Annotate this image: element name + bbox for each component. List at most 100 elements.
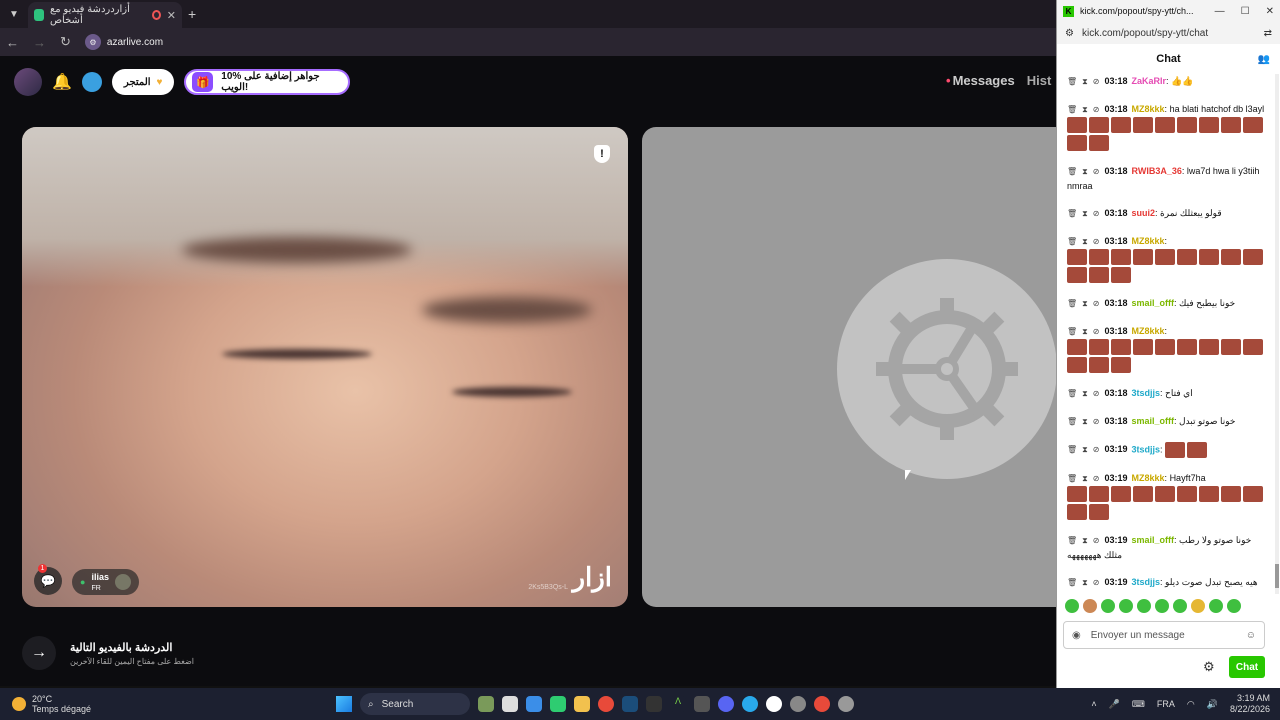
chrome-icon[interactable] bbox=[814, 696, 830, 712]
delete-icon[interactable]: 🗑 bbox=[1067, 77, 1077, 86]
delete-icon[interactable]: 🗑 bbox=[1067, 389, 1077, 398]
close-tab-icon[interactable]: ✕ bbox=[167, 9, 176, 22]
ban-icon[interactable]: ⊘ bbox=[1093, 209, 1100, 218]
wifi-icon[interactable]: ◠ bbox=[1187, 699, 1195, 710]
ban-icon[interactable]: ⊘ bbox=[1093, 417, 1100, 426]
emote-icon[interactable] bbox=[1209, 599, 1223, 613]
report-button[interactable]: ! bbox=[594, 145, 610, 163]
profile-avatar[interactable] bbox=[14, 68, 42, 96]
discord-icon[interactable] bbox=[718, 696, 734, 712]
weather-widget[interactable]: 20°C Temps dégagé bbox=[0, 694, 300, 714]
nav-messages[interactable]: • Messages bbox=[946, 73, 1015, 88]
timeout-icon[interactable]: ⧗ bbox=[1082, 536, 1088, 545]
ban-icon[interactable]: ⊘ bbox=[1093, 299, 1100, 308]
site-settings-icon[interactable]: ⚙ bbox=[1065, 28, 1074, 39]
delete-icon[interactable]: 🗑 bbox=[1067, 299, 1077, 308]
emoji-icon[interactable]: ☺ bbox=[1246, 630, 1256, 641]
delete-icon[interactable]: 🗑 bbox=[1067, 167, 1077, 176]
message-username[interactable]: suui2 bbox=[1132, 208, 1156, 218]
popout-address-bar[interactable]: ⚙ kick.com/popout/spy-ytt/chat ⇄ bbox=[1057, 22, 1280, 44]
nav-history[interactable]: Hist bbox=[1027, 73, 1052, 88]
delete-icon[interactable]: 🗑 bbox=[1067, 209, 1077, 218]
volume-icon[interactable]: 🔊 bbox=[1207, 699, 1218, 710]
forward-icon[interactable]: → bbox=[33, 35, 46, 50]
back-icon[interactable]: ← bbox=[6, 35, 19, 50]
maximize-icon[interactable]: ☐ bbox=[1241, 6, 1250, 17]
timeout-icon[interactable]: ⧗ bbox=[1082, 417, 1088, 426]
ban-icon[interactable]: ⊘ bbox=[1093, 237, 1100, 246]
address-bar[interactable]: ⚙ azarlive.com bbox=[84, 34, 163, 50]
start-icon[interactable] bbox=[336, 696, 352, 712]
emote-icon[interactable] bbox=[1173, 599, 1187, 613]
app-icon[interactable]: Λ bbox=[670, 696, 686, 712]
message-username[interactable]: MZ8kkk bbox=[1132, 236, 1165, 246]
epic-games-icon[interactable] bbox=[646, 696, 662, 712]
delete-icon[interactable]: 🗑 bbox=[1067, 327, 1077, 336]
ban-icon[interactable]: ⊘ bbox=[1093, 536, 1100, 545]
obs-icon[interactable] bbox=[766, 696, 782, 712]
widgets-icon[interactable] bbox=[478, 696, 494, 712]
message-username[interactable]: MZ8kkk bbox=[1132, 473, 1165, 483]
users-icon[interactable]: 👥 bbox=[1258, 54, 1270, 65]
task-view-icon[interactable] bbox=[502, 696, 518, 712]
ban-icon[interactable]: ⊘ bbox=[1093, 77, 1100, 86]
timeout-icon[interactable]: ⧗ bbox=[1082, 445, 1088, 454]
emote-icon[interactable] bbox=[1155, 599, 1169, 613]
chat-settings-icon[interactable]: ⚙ bbox=[1203, 659, 1215, 675]
promo-button[interactable]: 🎁 10% جواهر إضافية على الويب! bbox=[184, 69, 351, 95]
timeout-icon[interactable]: ⧗ bbox=[1082, 167, 1088, 176]
new-tab-icon[interactable]: + bbox=[188, 6, 196, 22]
emote-icon[interactable] bbox=[1101, 599, 1115, 613]
translate-icon[interactable]: ⇄ bbox=[1264, 28, 1272, 39]
message-username[interactable]: smail_offf bbox=[1132, 416, 1175, 426]
bell-icon[interactable]: 🔔 bbox=[52, 72, 72, 92]
minimize-icon[interactable]: — bbox=[1215, 6, 1225, 17]
app-icon[interactable] bbox=[790, 696, 806, 712]
ban-icon[interactable]: ⊘ bbox=[1093, 445, 1100, 454]
ban-icon[interactable]: ⊘ bbox=[1093, 167, 1100, 176]
site-info-icon[interactable]: ⚙ bbox=[84, 34, 101, 50]
emote-icon[interactable] bbox=[1083, 599, 1097, 613]
delete-icon[interactable]: 🗑 bbox=[1067, 237, 1077, 246]
delete-icon[interactable]: 🗑 bbox=[1067, 445, 1077, 454]
next-arrow-button[interactable]: → bbox=[22, 636, 56, 670]
message-username[interactable]: RWIB3A_36 bbox=[1132, 166, 1182, 176]
timeout-icon[interactable]: ⧗ bbox=[1082, 299, 1088, 308]
chrome-icon[interactable] bbox=[598, 696, 614, 712]
ban-icon[interactable]: ⊘ bbox=[1093, 389, 1100, 398]
timeout-icon[interactable]: ⧗ bbox=[1082, 389, 1088, 398]
timeout-icon[interactable]: ⧗ bbox=[1082, 105, 1088, 114]
mic-icon[interactable]: 🎤 bbox=[1109, 699, 1120, 710]
tray-overflow-icon[interactable]: ˄ bbox=[1091, 699, 1096, 709]
chat-message-input[interactable]: ◉ Envoyer un message ☺ bbox=[1063, 621, 1265, 649]
browser-tab[interactable]: أزاردردشة فيديو مع أشخاص ✕ bbox=[28, 2, 182, 28]
delete-icon[interactable]: 🗑 bbox=[1067, 536, 1077, 545]
steam-icon[interactable] bbox=[622, 696, 638, 712]
emote-icon[interactable] bbox=[1119, 599, 1133, 613]
delete-icon[interactable]: 🗑 bbox=[1067, 417, 1077, 426]
timeout-icon[interactable]: ⧗ bbox=[1082, 474, 1088, 483]
timeout-icon[interactable]: ⧗ bbox=[1082, 327, 1088, 336]
delete-icon[interactable]: 🗑 bbox=[1067, 578, 1077, 587]
message-username[interactable]: MZ8kkk bbox=[1132, 104, 1165, 114]
taskbar-search[interactable]: ⌕ Search bbox=[360, 693, 470, 715]
message-username[interactable]: MZ8kkk bbox=[1132, 326, 1165, 336]
timeout-icon[interactable]: ⧗ bbox=[1082, 77, 1088, 86]
app-icon[interactable] bbox=[694, 696, 710, 712]
timeout-icon[interactable]: ⧗ bbox=[1082, 209, 1088, 218]
emote-icon[interactable] bbox=[1191, 599, 1205, 613]
message-username[interactable]: 3tsdjjs bbox=[1132, 444, 1161, 454]
delete-icon[interactable]: 🗑 bbox=[1067, 474, 1077, 483]
send-chat-button[interactable]: Chat bbox=[1229, 656, 1265, 678]
settings-icon[interactable] bbox=[838, 696, 854, 712]
telegram-icon[interactable] bbox=[742, 696, 758, 712]
clock[interactable]: 3:19 AM 8/22/2026 bbox=[1230, 693, 1270, 715]
ban-icon[interactable]: ⊘ bbox=[1093, 578, 1100, 587]
message-username[interactable]: smail_offf bbox=[1132, 298, 1175, 308]
store-icon[interactable] bbox=[526, 696, 542, 712]
shop-button[interactable]: المتجر ♥ bbox=[111, 69, 175, 95]
whatsapp-icon[interactable] bbox=[550, 696, 566, 712]
reload-icon[interactable]: ↻ bbox=[60, 34, 71, 50]
timeout-icon[interactable]: ⧗ bbox=[1082, 237, 1088, 246]
message-username[interactable]: smail_offf bbox=[1132, 535, 1175, 545]
